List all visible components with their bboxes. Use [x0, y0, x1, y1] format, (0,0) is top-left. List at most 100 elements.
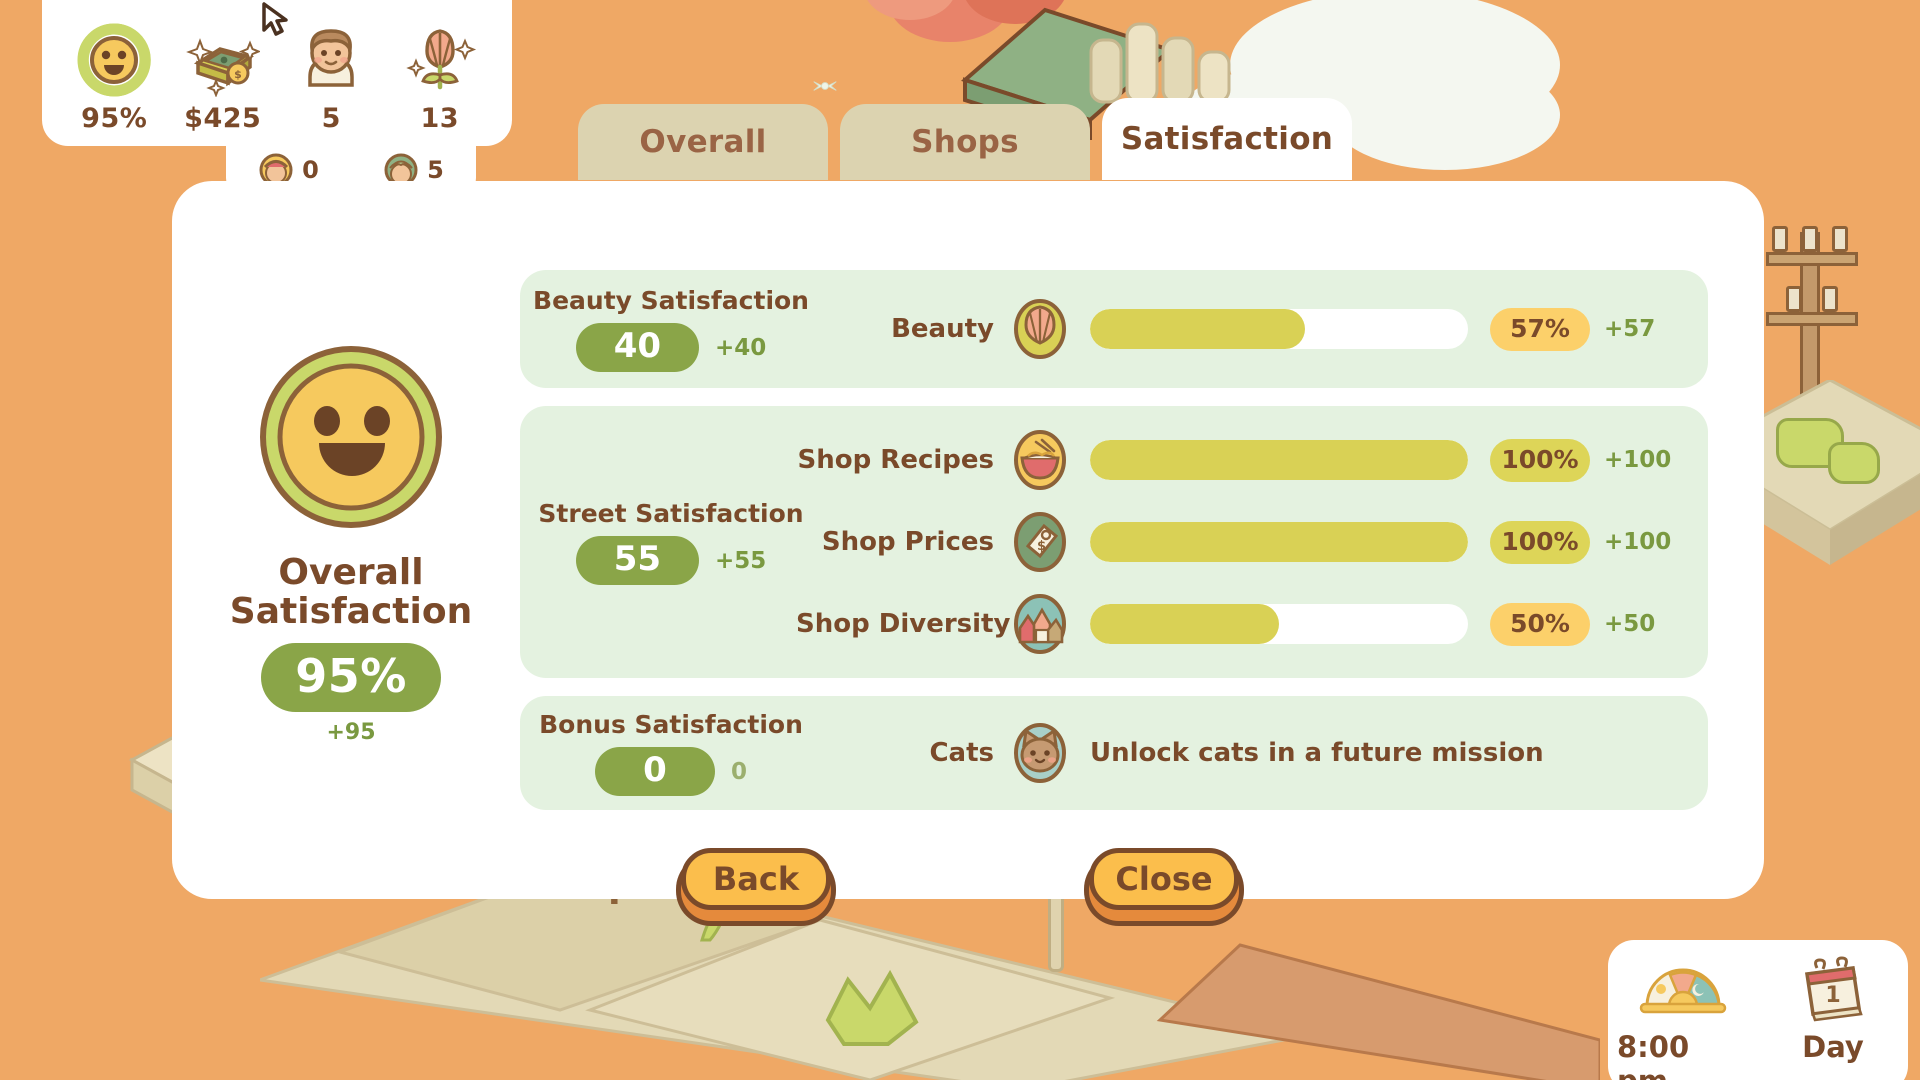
bonus-score-badge: 0 — [594, 747, 715, 796]
clock-time-text: 8:00 pm — [1617, 1030, 1690, 1080]
bonus-group-summary: Bonus Satisfaction 0 0 — [539, 710, 803, 796]
delta-shop-recipes: +100 — [1604, 447, 1672, 473]
hud-item-satisfaction[interactable]: 95% — [62, 23, 166, 134]
insulator-icon — [1786, 286, 1802, 312]
beauty-satisfaction-card: Beauty Satisfaction 40 +40 Beauty 57% +5… — [520, 270, 1708, 388]
metric-row-cats: Cats Unlock cats in a future mission — [796, 723, 1686, 783]
hud-item-villagers[interactable]: 5 — [279, 23, 383, 134]
telephone-pole-arm-icon — [1766, 252, 1858, 266]
villager-icon — [294, 23, 368, 97]
progress-bar-fill — [1090, 522, 1468, 562]
bush-icon — [825, 969, 919, 1046]
tab-satisfaction[interactable]: Satisfaction — [1102, 98, 1352, 180]
street-score-row: 55 +55 — [575, 536, 767, 585]
bush-icon — [1828, 442, 1880, 484]
tulip-icon — [1012, 299, 1068, 359]
hud-value-villagers: 5 — [321, 103, 341, 134]
calendar-icon: 1 — [1787, 954, 1879, 1024]
overall-satisfaction-summary: Overall Satisfaction 95% +95 — [172, 335, 502, 746]
metric-row-shop-prices: Shop Prices $ 100% +100 — [796, 512, 1686, 572]
bonus-group-title: Bonus Satisfaction — [539, 710, 803, 739]
tab-overall[interactable]: Overall — [578, 104, 828, 180]
calendar-number: 1 — [1825, 983, 1840, 1008]
delta-shop-diversity: +50 — [1604, 611, 1656, 637]
hud-value-money: $425 — [184, 103, 262, 134]
delta-shop-prices: +100 — [1604, 529, 1672, 555]
street-rows: Shop Recipes 100% +100 Shop Prices $ 100… — [796, 430, 1686, 654]
metric-row-shop-diversity: Shop Diversity 50% +50 — [796, 594, 1686, 654]
back-button[interactable]: Back — [681, 848, 831, 910]
ramen-bowl-icon — [1012, 430, 1068, 490]
insulator-icon — [1822, 286, 1838, 312]
progress-bar-shop-prices — [1090, 522, 1468, 562]
metric-label-cats: Cats — [929, 738, 994, 768]
percent-badge-beauty: 57% — [1490, 307, 1590, 351]
street-satisfaction-card: Street Satisfaction 55 +55 Shop Recipes — [520, 406, 1708, 678]
svg-text:$: $ — [1037, 539, 1046, 554]
street-group-title: Street Satisfaction — [538, 499, 804, 528]
percent-badge-shop-diversity: 50% — [1490, 602, 1590, 646]
beauty-rows: Beauty 57% +57 — [796, 299, 1686, 359]
time-day-widget: 8:00 pm 1 Day — [1608, 940, 1908, 1080]
overall-percent-badge: 95% — [261, 643, 441, 713]
progress-bar-fill — [1090, 309, 1306, 349]
tab-shops[interactable]: Shops — [840, 104, 1090, 180]
satisfaction-groups: Beauty Satisfaction 40 +40 Beauty 57% +5… — [502, 270, 1764, 810]
metric-row-shop-recipes: Shop Recipes 100% +100 — [796, 430, 1686, 490]
street-group-summary: Street Satisfaction 55 +55 — [538, 499, 804, 585]
close-button[interactable]: Close — [1089, 848, 1239, 910]
clock-day-item[interactable]: 1 Day — [1767, 954, 1899, 1064]
progress-bar-beauty — [1090, 309, 1468, 349]
metric-label-shop-recipes: Shop Recipes — [797, 445, 994, 475]
satisfaction-modal: Overall Satisfaction 95% +95 Beauty Sati… — [172, 181, 1764, 899]
bonus-satisfaction-card: Bonus Satisfaction 0 0 Cats Unlock cats … — [520, 696, 1708, 810]
clock-day-text: Day — [1802, 1030, 1864, 1064]
money-stack-icon: $ — [185, 23, 260, 97]
progress-bar-fill — [1090, 440, 1468, 480]
hud-mini-value: 5 — [427, 156, 444, 184]
clock-time-item[interactable]: 8:00 pm — [1617, 954, 1749, 1080]
insulator-icon — [1772, 226, 1788, 252]
beauty-score-delta: +40 — [715, 334, 767, 361]
telephone-pole-arm-icon — [1766, 312, 1858, 326]
cat-icon — [1012, 723, 1068, 783]
happy-face-icon — [249, 335, 454, 540]
tab-bar: Overall Shops Satisfaction — [578, 98, 1352, 180]
hud-mini-value: 0 — [302, 156, 319, 184]
smiley-meter-icon — [77, 23, 152, 97]
bonus-rows: Cats Unlock cats in a future mission — [796, 723, 1686, 783]
delta-beauty: +57 — [1604, 316, 1656, 342]
percent-badge-shop-recipes: 100% — [1490, 438, 1590, 482]
insulator-icon — [1802, 226, 1818, 252]
beauty-group-summary: Beauty Satisfaction 40 +40 — [533, 286, 809, 372]
hud-value-satisfaction: 95% — [81, 103, 148, 134]
beauty-group-title: Beauty Satisfaction — [533, 286, 809, 315]
metric-row-beauty: Beauty 57% +57 — [796, 299, 1686, 359]
hud-value-flowers: 13 — [420, 103, 460, 134]
cats-note-text: Unlock cats in a future mission — [1090, 738, 1544, 768]
percent-badge-shop-prices: 100% — [1490, 520, 1590, 564]
bonus-score-row: 0 0 — [594, 747, 747, 796]
overall-satisfaction-label: Overall Satisfaction — [229, 551, 473, 632]
shops-icon — [1012, 594, 1068, 654]
beauty-score-row: 40 +40 — [575, 323, 767, 372]
modal-button-row: Back Close — [0, 848, 1920, 910]
beauty-score-badge: 40 — [575, 323, 700, 372]
mouse-cursor-icon — [262, 2, 288, 36]
sun-dial-icon — [1637, 954, 1729, 1024]
overall-label-line1: Overall — [278, 551, 424, 593]
street-score-delta: +55 — [715, 547, 767, 574]
metric-label-shop-diversity: Shop Diversity — [796, 609, 1011, 639]
progress-bar-shop-diversity — [1090, 604, 1468, 644]
svg-text:$: $ — [234, 68, 242, 81]
metric-label-shop-prices: Shop Prices — [821, 527, 994, 557]
price-tag-icon: $ — [1012, 512, 1068, 572]
progress-bar-fill — [1090, 604, 1279, 644]
overall-delta: +95 — [326, 720, 376, 746]
hud-item-flowers[interactable]: 13 — [388, 23, 492, 134]
bird-icon — [813, 81, 837, 91]
bonus-score-delta: 0 — [730, 758, 747, 785]
overall-label-line2: Satisfaction — [229, 590, 473, 632]
cloud-icon — [1330, 60, 1560, 170]
insulator-icon — [1832, 226, 1848, 252]
